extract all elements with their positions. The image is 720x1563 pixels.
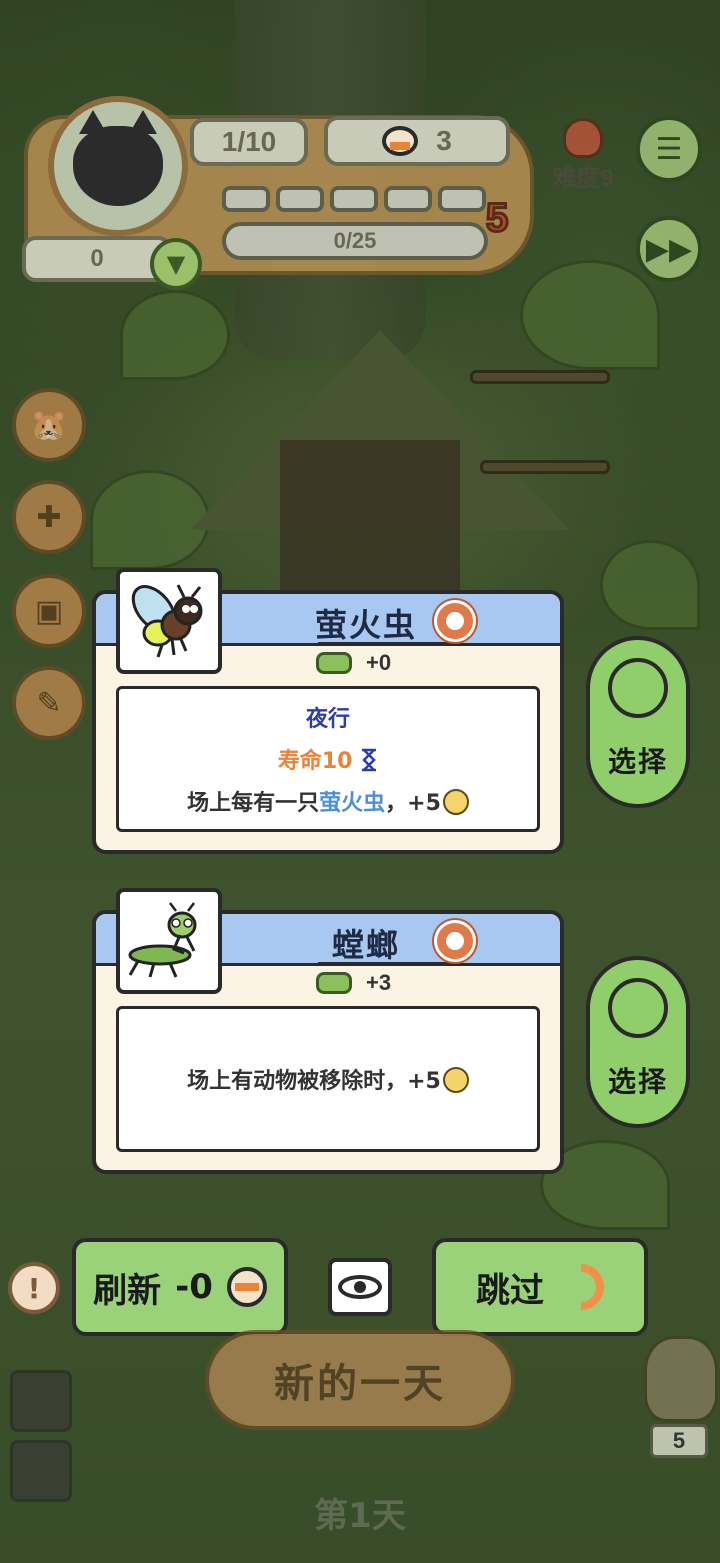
paw-icon: [442, 789, 469, 815]
food-cost-icon: [316, 652, 352, 674]
effect-suffix: ，+5: [385, 791, 441, 816]
level-segment: [222, 186, 270, 212]
side-box-icon[interactable]: ▣: [12, 574, 86, 648]
owl-icon: [644, 1336, 718, 1422]
xp-progress-text: 0/25: [333, 228, 377, 253]
can-counter: 3: [324, 116, 510, 166]
can-value: 3: [436, 125, 452, 156]
side-hamster-icon[interactable]: 🐹: [12, 388, 86, 462]
new-day-label: 新的一天: [274, 1361, 446, 1407]
fast-forward-icon: ▶▶: [645, 231, 693, 267]
select-mantis-button[interactable]: 选择: [586, 956, 690, 1128]
animal-card-firefly[interactable]: 萤火虫 +0 夜行 寿命10 场上每有一只萤火虫，+5: [92, 568, 564, 854]
menu-icon: ☰: [655, 131, 683, 167]
refresh-button[interactable]: 刷新 -0: [72, 1238, 288, 1336]
insect-tag-icon: [434, 920, 476, 962]
refresh-label: 刷新: [93, 1270, 162, 1311]
day-counter: 第1天: [314, 1496, 406, 1536]
trait-nocturnal: 夜行: [305, 707, 350, 732]
slots-counter: 1/10: [190, 118, 308, 166]
pointing-hand-icon: [608, 978, 668, 1038]
refresh-cost: -0: [175, 1267, 213, 1307]
queue-counter: 5: [650, 1424, 708, 1458]
curved-arrow-icon: [548, 1254, 614, 1320]
skip-button[interactable]: 跳过: [432, 1238, 648, 1336]
player-avatar[interactable]: [48, 96, 188, 236]
xp-progress-bar: 0/25: [222, 222, 488, 260]
level-segment: [276, 186, 324, 212]
effect-prefix: 场上每有一只: [187, 791, 320, 816]
peek-button[interactable]: [328, 1258, 392, 1316]
lifespan-text: 寿命10: [277, 749, 353, 774]
level-badge: 5: [484, 195, 509, 242]
side-tools-icon[interactable]: ✎: [12, 666, 86, 740]
mantis-portrait: [116, 888, 222, 994]
title-underline: [318, 642, 452, 645]
card-title: 萤火虫: [314, 606, 417, 644]
fast-forward-button[interactable]: ▶▶: [636, 216, 702, 282]
trait-lifespan: 寿命10: [278, 743, 378, 775]
card-description: 场上有动物被移除时，+5: [116, 1006, 540, 1152]
locked-slot: [10, 1370, 72, 1432]
difficulty-indicator[interactable]: 难度9: [538, 118, 628, 193]
select-label: 选择: [607, 1065, 668, 1098]
insect-tag-icon: [434, 600, 476, 642]
pointing-hand-icon: [608, 658, 668, 718]
card-description: 夜行 寿命10 场上每有一只萤火虫，+5: [116, 686, 540, 832]
dropdown-heart-icon[interactable]: ▼: [150, 238, 202, 290]
level-segment: [438, 186, 486, 212]
food-can-icon: [226, 1267, 267, 1307]
effect-body: 场上有动物被移除时，+5: [187, 1069, 441, 1094]
card-cost: +0: [316, 650, 391, 676]
level-segment: [330, 186, 378, 212]
card-cost: +3: [316, 970, 391, 996]
firefly-portrait: [116, 568, 222, 674]
slots-value: 1/10: [221, 126, 277, 157]
food-cost-icon: [316, 972, 352, 994]
select-label: 选择: [607, 745, 668, 778]
select-firefly-button[interactable]: 选择: [586, 636, 690, 808]
hourglass-icon: [362, 748, 377, 772]
alert-icon[interactable]: !: [8, 1262, 60, 1314]
difficulty-label: 难度9: [552, 165, 614, 192]
level-segment: [384, 186, 432, 212]
queue-count: 5: [672, 1428, 686, 1453]
cost-value: +0: [366, 650, 392, 675]
coin-value: 0: [90, 245, 104, 272]
eye-icon: [338, 1275, 382, 1299]
side-medkit-icon[interactable]: ✚: [12, 480, 86, 554]
title-underline: [318, 962, 452, 965]
cost-value: +3: [366, 970, 392, 995]
black-cat-icon: [73, 110, 163, 206]
skip-label: 跳过: [476, 1270, 544, 1311]
card-title: 螳螂: [331, 926, 400, 964]
effect-keyword: 萤火虫: [319, 791, 386, 816]
menu-button[interactable]: ☰: [636, 116, 702, 182]
animal-card-mantis[interactable]: 螳螂 +3 场上有动物被移除时，+5: [92, 888, 564, 1174]
effect-text: 场上每有一只萤火虫，+5: [187, 785, 469, 817]
food-can-icon: [382, 126, 419, 156]
flame-icon: [563, 118, 603, 158]
new-day-button[interactable]: 新的一天: [205, 1330, 515, 1430]
effect-text: 场上有动物被移除时，+5: [187, 1063, 469, 1095]
paw-icon: [442, 1067, 469, 1093]
